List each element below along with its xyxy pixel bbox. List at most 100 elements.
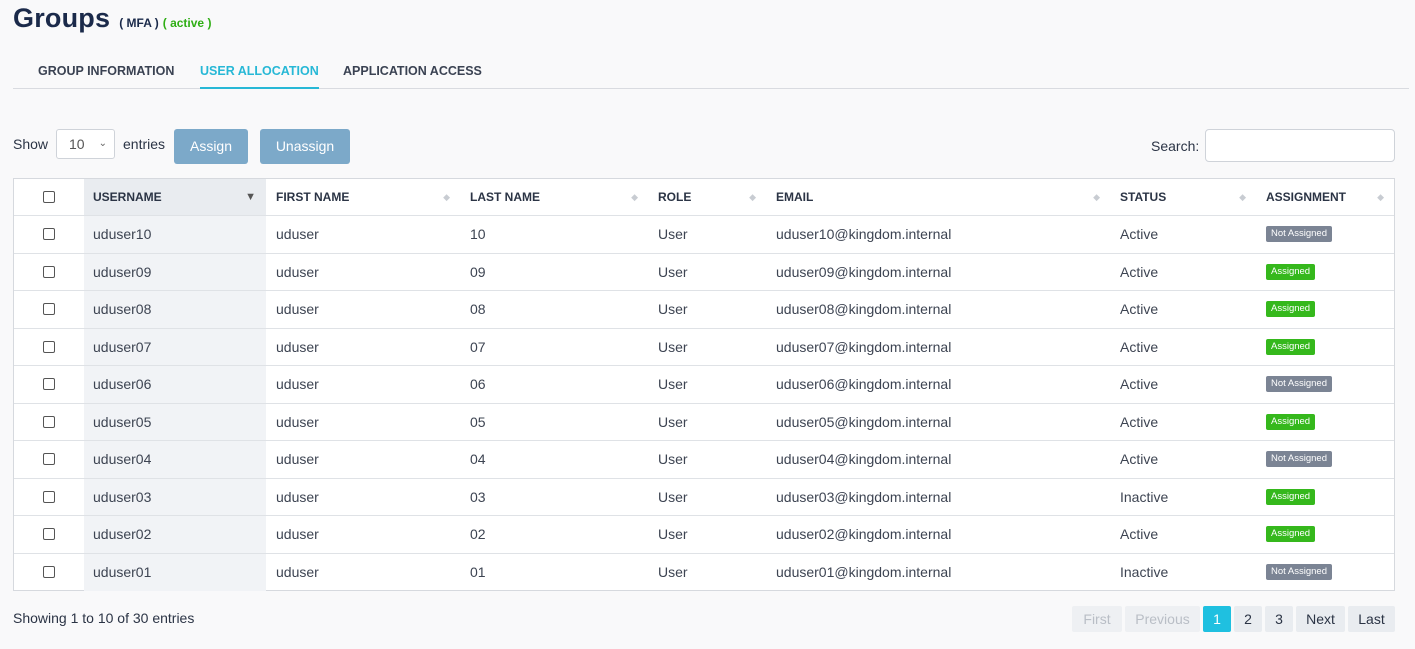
first-name-cell: uduser [276, 226, 319, 243]
pagination-last-button[interactable]: Last [1348, 606, 1395, 632]
row-checkbox[interactable] [43, 453, 55, 466]
assignment-badge: Assigned [1266, 263, 1316, 280]
entries-label: entries [123, 136, 166, 152]
username-cell: uduser05 [84, 403, 266, 440]
username-cell: uduser03 [84, 478, 266, 515]
row-checkbox[interactable] [43, 566, 55, 579]
assignment-badge: Assigned [1266, 338, 1316, 355]
row-select-cell [14, 479, 84, 516]
row-checkbox[interactable] [43, 340, 55, 353]
column-header-label: ASSIGNMENT [1266, 190, 1347, 204]
row-select-cell [14, 291, 84, 328]
email-cell: uduser05@kingdom.internal [776, 413, 952, 430]
pagination-page-3[interactable]: 3 [1265, 606, 1293, 632]
sort-desc-icon: ▼ [245, 191, 256, 203]
role-cell: User [658, 488, 688, 505]
row-select-cell [14, 329, 84, 366]
column-header-role[interactable]: ROLE ◆ [648, 179, 766, 215]
status-cell: Active [1120, 263, 1159, 280]
sort-icon: ◆ [749, 191, 756, 202]
username-cell: uduser06 [84, 366, 266, 403]
row-checkbox[interactable] [43, 490, 55, 503]
select-all-checkbox[interactable] [43, 191, 55, 203]
row-select-cell [14, 216, 84, 253]
assignment-badge: Assigned [1266, 301, 1316, 318]
last-name-cell: 06 [470, 376, 486, 393]
table-row: uduser03 uduser 03 User uduser03@kingdom.int… [14, 478, 1394, 516]
assignment-cell: Not Assigned [1256, 366, 1394, 403]
status-cell: Inactive [1120, 564, 1169, 581]
row-checkbox[interactable] [43, 378, 55, 391]
last-name-cell: 07 [470, 338, 486, 355]
column-header-assignment[interactable]: ASSIGNMENT ◆ [1256, 179, 1394, 215]
assignment-cell: Not Assigned [1256, 441, 1394, 478]
first-name-cell: uduser [276, 451, 319, 468]
search-input[interactable] [1205, 129, 1395, 162]
username-cell: uduser02 [84, 516, 266, 553]
row-checkbox[interactable] [43, 265, 55, 278]
pagination-next-button[interactable]: Next [1296, 606, 1345, 632]
column-header-username[interactable]: USERNAME ▼ [84, 179, 266, 215]
column-header-first-name[interactable]: FIRST NAME ◆ [266, 179, 460, 215]
mfa-label: ( MFA ) [119, 16, 159, 30]
email-cell: uduser01@kingdom.internal [776, 564, 952, 581]
column-header-status[interactable]: STATUS ◆ [1110, 179, 1256, 215]
first-name-cell: uduser [276, 488, 319, 505]
select-all-cell [14, 179, 84, 215]
email-cell: uduser03@kingdom.internal [776, 488, 952, 505]
assignment-cell: Assigned [1256, 291, 1394, 328]
assignment-badge: Not Assigned [1266, 226, 1332, 243]
first-name-cell: uduser [276, 413, 319, 430]
sort-icon: ◆ [1377, 191, 1384, 202]
group-status-label: ( active ) [162, 16, 212, 30]
email-cell: uduser10@kingdom.internal [776, 226, 952, 243]
username-cell: uduser07 [84, 328, 266, 365]
role-cell: User [658, 376, 688, 393]
first-name-cell: uduser [276, 526, 319, 543]
entries-select-value: 10 [69, 136, 85, 152]
row-select-cell [14, 441, 84, 478]
search-label: Search: [1151, 138, 1200, 154]
row-checkbox[interactable] [43, 303, 55, 316]
assignment-cell: Assigned [1256, 516, 1394, 553]
tab-group-information[interactable]: GROUP INFORMATION [38, 64, 174, 87]
row-checkbox[interactable] [43, 415, 55, 428]
status-cell: Active [1120, 338, 1159, 355]
pagination-first-button[interactable]: First [1072, 606, 1122, 632]
tab-user-allocation[interactable]: USER ALLOCATION [200, 64, 319, 89]
last-name-cell: 08 [470, 301, 486, 318]
unassign-button[interactable]: Unassign [260, 129, 350, 164]
table-row: uduser07 uduser 07 User uduser07@kingdom.int… [14, 328, 1394, 366]
status-cell: Active [1120, 226, 1159, 243]
row-checkbox[interactable] [43, 528, 55, 541]
row-checkbox[interactable] [43, 228, 55, 241]
email-cell: uduser02@kingdom.internal [776, 526, 952, 543]
page-title: Groups [13, 3, 111, 33]
tab-application-access[interactable]: APPLICATION ACCESS [343, 64, 482, 87]
email-cell: uduser08@kingdom.internal [776, 301, 952, 318]
first-name-cell: uduser [276, 376, 319, 393]
column-header-last-name[interactable]: LAST NAME ◆ [460, 179, 648, 215]
assignment-badge: Assigned [1266, 488, 1316, 505]
pagination-previous-button[interactable]: Previous [1125, 606, 1200, 632]
username-cell: uduser08 [84, 291, 266, 328]
username-cell: uduser10 [84, 216, 266, 253]
table-row: uduser10 uduser 10 User uduser10@kingdom.int… [14, 216, 1394, 254]
assign-button[interactable]: Assign [174, 129, 248, 164]
row-select-cell [14, 366, 84, 403]
pagination-page-2[interactable]: 2 [1234, 606, 1262, 632]
sort-icon: ◆ [631, 191, 638, 202]
column-header-email[interactable]: EMAIL ◆ [766, 179, 1110, 215]
table-row: uduser09 uduser 09 User uduser09@kingdom.int… [14, 253, 1394, 291]
status-cell: Active [1120, 451, 1159, 468]
table-info: Showing 1 to 10 of 30 entries [13, 610, 195, 626]
role-cell: User [658, 413, 688, 430]
assignment-badge: Not Assigned [1266, 376, 1332, 393]
role-cell: User [658, 263, 688, 280]
last-name-cell: 01 [470, 564, 486, 581]
entries-select[interactable]: 10 ⌄ [56, 129, 115, 159]
last-name-cell: 03 [470, 488, 486, 505]
pagination-page-1[interactable]: 1 [1203, 606, 1231, 632]
sort-icon: ◆ [1093, 191, 1100, 202]
role-cell: User [658, 526, 688, 543]
